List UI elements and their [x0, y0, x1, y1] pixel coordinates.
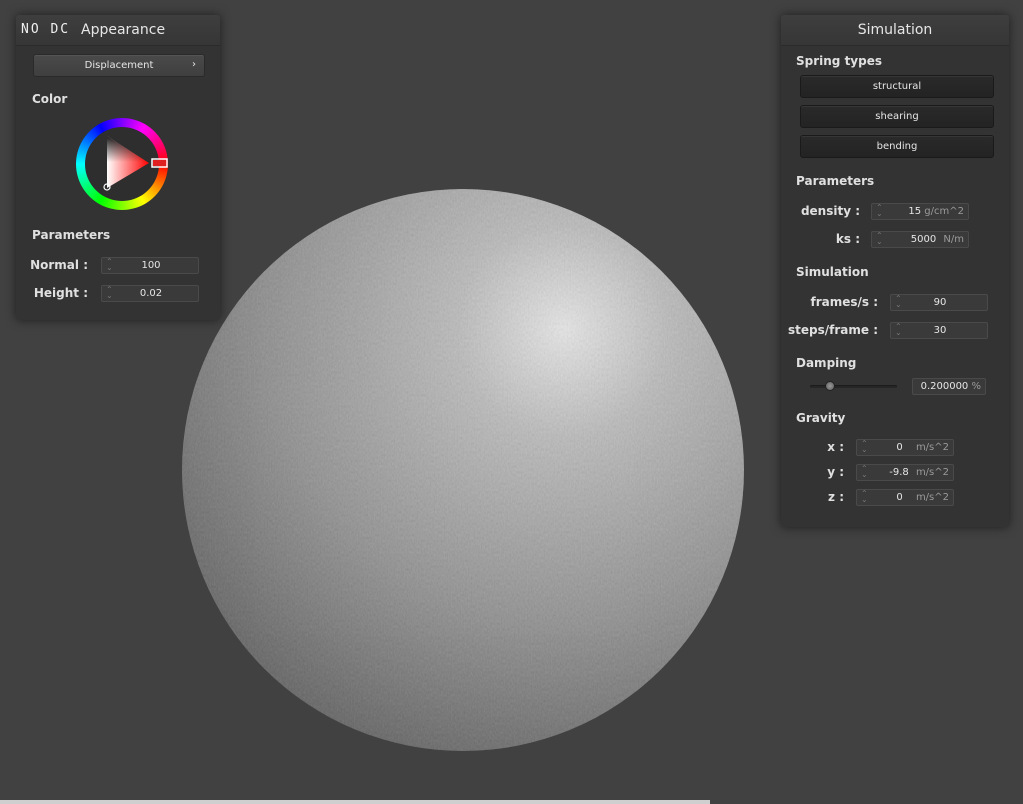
gravity-z-field[interactable]: ⌃ ⌄ 0 m/s^2 [856, 489, 954, 506]
damping-label: Damping [796, 356, 857, 370]
bending-button[interactable]: bending [800, 135, 994, 158]
height-value: 0.02 [139, 288, 163, 299]
steps-value: 30 [933, 325, 947, 336]
color-section-label: Color [32, 92, 68, 106]
gravity-x-unit: m/s^2 [915, 442, 949, 453]
gravity-y-value: -9.8 [889, 467, 909, 478]
spring-types-label: Spring types [796, 54, 883, 68]
height-field[interactable]: ⌃ ⌄ 0.02 [101, 285, 199, 302]
appearance-title: Appearance [81, 22, 166, 38]
simulation-panel: Simulation Spring types structural shear… [781, 15, 1009, 527]
simulation-panel-header[interactable]: Simulation [781, 15, 1009, 46]
damping-slider-track [810, 385, 897, 388]
damping-slider[interactable] [810, 381, 897, 391]
gravity-x-value: 0 [896, 442, 903, 453]
gravity-y-field[interactable]: ⌃ ⌄ -9.8 m/s^2 [856, 464, 954, 481]
shearing-button[interactable]: shearing [800, 105, 994, 128]
gravity-label: Gravity [796, 411, 846, 425]
simulation-title: Simulation [857, 22, 933, 38]
appearance-panel-header[interactable]: NO DC Appearance [16, 15, 220, 46]
fps-label: frames/s : [810, 295, 878, 309]
density-field[interactable]: ⌃ ⌄ 15 g/cm^2 [871, 203, 969, 220]
brand-logo: NO DC [21, 22, 71, 37]
gravity-z-unit: m/s^2 [915, 492, 949, 503]
gravity-x-field[interactable]: ⌃ ⌄ 0 m/s^2 [856, 439, 954, 456]
steps-field[interactable]: ⌃ ⌄ 30 [890, 322, 988, 339]
displacement-label: Displacement [84, 60, 154, 71]
density-value: 15 [908, 206, 922, 217]
damping-value: 0.200000 [920, 381, 969, 392]
spinner-icon[interactable]: ⌃ ⌄ [876, 204, 883, 218]
spinner-icon[interactable]: ⌃ ⌄ [861, 440, 868, 454]
normal-value: 100 [141, 260, 161, 271]
simulation-parameters-label: Parameters [796, 174, 875, 188]
structural-label: structural [872, 81, 922, 92]
ks-field[interactable]: ⌃ ⌄ 5000 N/m [871, 231, 969, 248]
ks-label: ks : [835, 232, 860, 246]
spinner-icon[interactable]: ⌃ ⌄ [861, 490, 868, 504]
damping-unit: % [971, 381, 981, 392]
gravity-z-value: 0 [896, 492, 903, 503]
density-label: density : [800, 204, 860, 218]
height-label: Height : [33, 286, 88, 300]
gravity-x-label: x : [827, 440, 844, 454]
simulation-section-label: Simulation [796, 265, 869, 279]
spinner-icon[interactable]: ⌃ ⌄ [861, 465, 868, 479]
steps-label: steps/frame : [788, 323, 878, 337]
density-unit: g/cm^2 [924, 206, 964, 217]
ks-value: 5000 [910, 234, 937, 245]
normal-field[interactable]: ⌃ ⌄ 100 [101, 257, 199, 274]
fps-value: 90 [933, 297, 947, 308]
displacement-button[interactable]: Displacement › [33, 54, 205, 77]
ks-unit: N/m [943, 234, 964, 245]
appearance-parameters-label: Parameters [32, 228, 111, 242]
appearance-panel: NO DC Appearance Displacement › Color Pa… [16, 15, 220, 320]
damping-slider-knob[interactable] [825, 381, 836, 391]
bending-label: bending [876, 141, 918, 152]
chevron-right-icon: › [192, 59, 196, 70]
damping-field[interactable]: 0.200000 % [912, 378, 986, 395]
shearing-label: shearing [875, 111, 919, 122]
fps-field[interactable]: ⌃ ⌄ 90 [890, 294, 988, 311]
normal-label: Normal : [30, 258, 88, 272]
spinner-icon[interactable]: ⌃ ⌄ [876, 232, 883, 246]
gravity-z-label: z : [828, 490, 844, 504]
bottom-scrollbar[interactable] [0, 800, 710, 804]
structural-button[interactable]: structural [800, 75, 994, 98]
color-wheel[interactable] [74, 116, 170, 212]
gravity-y-unit: m/s^2 [915, 467, 949, 478]
gravity-y-label: y : [827, 465, 844, 479]
